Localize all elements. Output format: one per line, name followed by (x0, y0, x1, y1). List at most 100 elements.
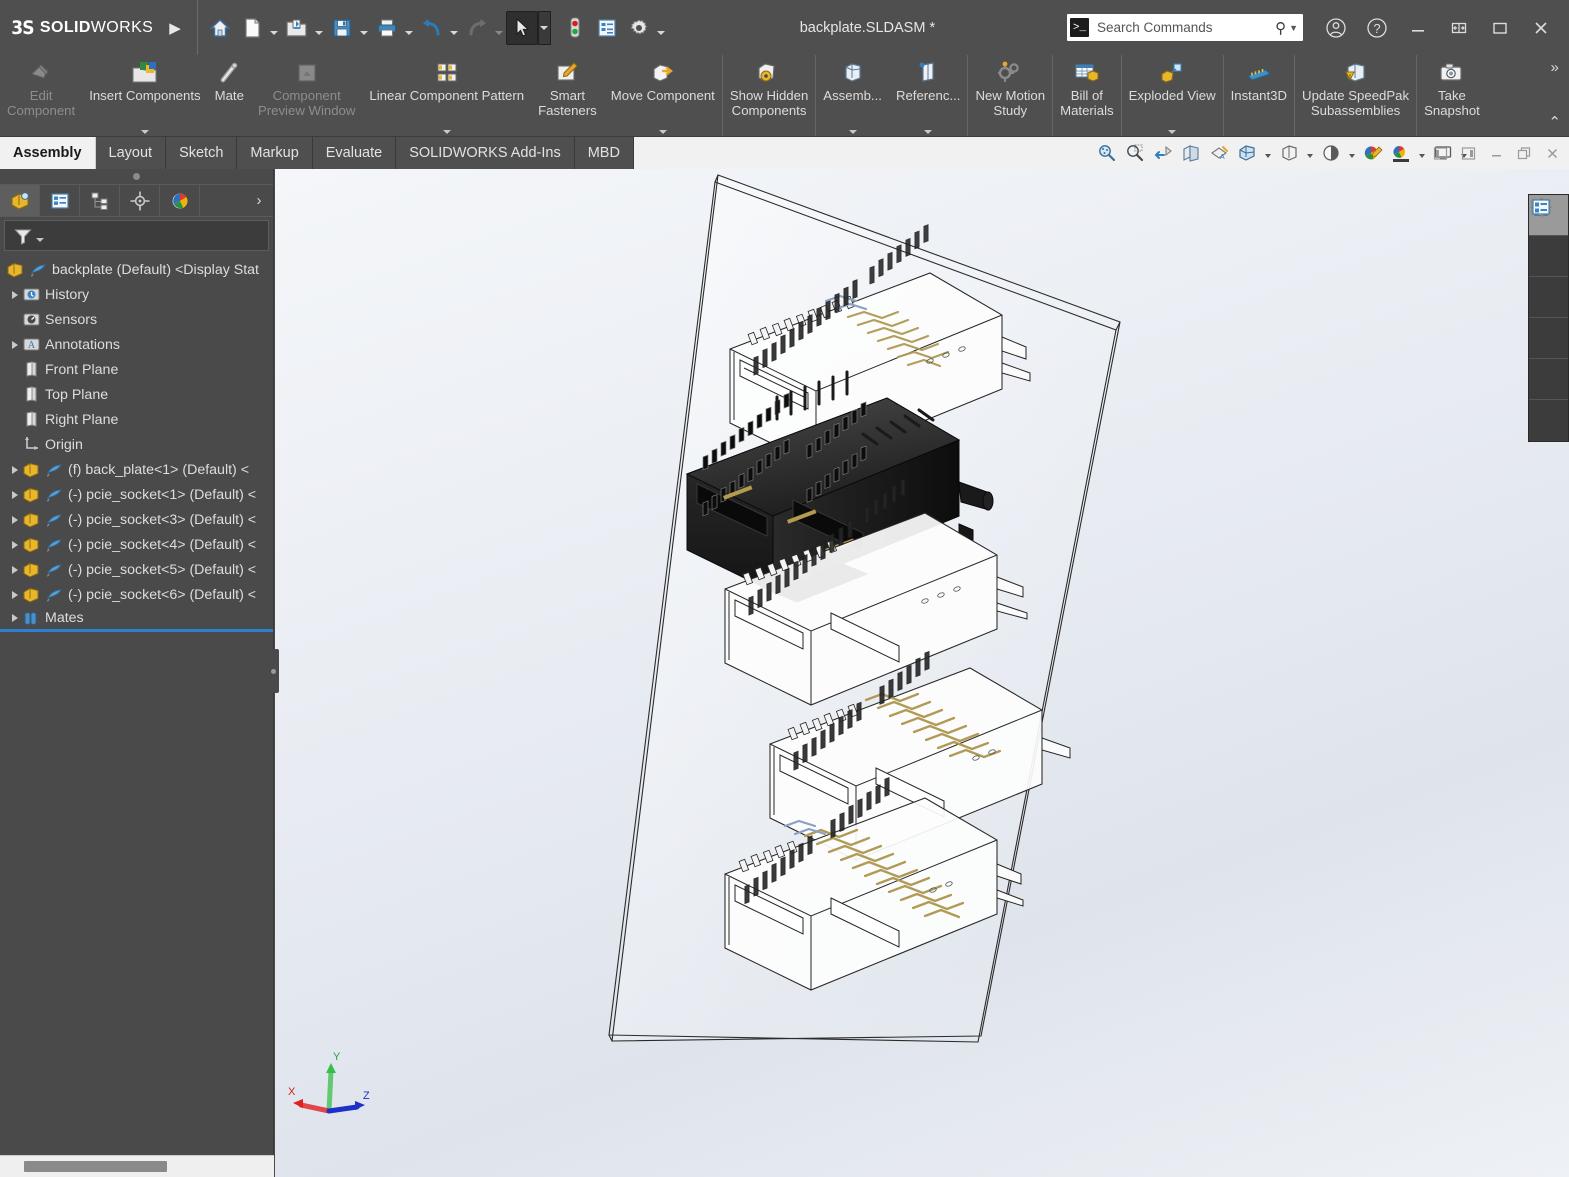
tree-item-front-plane[interactable]: Front Plane (0, 357, 273, 382)
panel-width-drag-handle[interactable] (267, 649, 279, 693)
tab-evaluate[interactable]: Evaluate (313, 137, 396, 169)
zoom-to-area-icon[interactable] (1122, 139, 1148, 167)
dock-left-icon[interactable] (1429, 142, 1451, 164)
minimize-icon[interactable] (1397, 8, 1438, 48)
close-icon[interactable] (1520, 8, 1561, 48)
new-document-dropdown-arrow-icon[interactable] (268, 11, 281, 45)
ribbon-component-preview-window[interactable]: Component Preview Window (251, 55, 362, 136)
scene-sphere-icon[interactable] (1529, 359, 1568, 400)
tree-item-right-plane[interactable]: Right Plane (0, 407, 273, 432)
expand-arrow-icon[interactable] (8, 341, 22, 349)
save-dropdown-arrow-icon[interactable] (358, 11, 371, 45)
select-arrow-icon[interactable] (506, 11, 538, 45)
appearances-panel-icon[interactable] (1529, 318, 1568, 359)
ribbon-assembly-features-dropdown-arrow-icon[interactable] (849, 130, 857, 134)
ribbon-expand-icon[interactable]: » (1551, 61, 1559, 75)
expand-arrow-icon[interactable] (8, 614, 22, 622)
tree-item-sensors[interactable]: Sensors (0, 307, 273, 332)
display-manager-tab[interactable] (160, 185, 200, 216)
dock-right-icon[interactable] (1457, 142, 1479, 164)
user-account-icon[interactable] (1315, 8, 1356, 48)
panel-splitter-handle[interactable] (0, 169, 273, 185)
ribbon-move-component-dropdown-arrow-icon[interactable] (659, 130, 667, 134)
tab-markup[interactable]: Markup (237, 137, 312, 169)
display-style-dropdown-arrow-icon[interactable] (1262, 139, 1274, 167)
edit-appearance-dropdown-arrow-icon[interactable] (1346, 139, 1358, 167)
apply-scene-icon[interactable] (1360, 139, 1386, 167)
ribbon-edit-component[interactable]: Edit Component (0, 55, 82, 136)
tree-item-annotations[interactable]: A Annotations (0, 332, 273, 357)
expand-arrow-icon[interactable] (8, 566, 22, 574)
ribbon-new-motion-study[interactable]: New Motion Study (968, 55, 1052, 136)
restore-icon[interactable] (1438, 8, 1479, 48)
ribbon-bill-of-materials[interactable]: Bill of Materials (1053, 55, 1121, 136)
configuration-manager-tab[interactable] (80, 185, 120, 216)
ribbon-move-component[interactable]: Move Component (604, 55, 722, 136)
close-doc-icon[interactable] (1541, 142, 1563, 164)
dimxpert-manager-tab[interactable] (120, 185, 160, 216)
zoom-to-fit-icon[interactable] (1094, 139, 1120, 167)
solidworks-logo[interactable]: 3S SOLIDWORKS ▶ (0, 0, 198, 55)
ribbon-smart-fasteners[interactable]: Smart Fasteners (531, 55, 604, 136)
open-document-dropdown-arrow-icon[interactable] (313, 11, 326, 45)
print-dropdown-arrow-icon[interactable] (403, 11, 416, 45)
tree-item-top-plane[interactable]: Top Plane (0, 382, 273, 407)
search-commands-box[interactable]: >_ Search Commands ⚲ ▼ (1067, 14, 1303, 41)
rebuild-traffic-light-icon[interactable] (559, 11, 591, 45)
redo-icon[interactable] (461, 11, 493, 45)
tree-root-backplate[interactable]: backplate (Default) <Display Stat (0, 257, 273, 282)
tree-item-pcie-socket-3[interactable]: (-) pcie_socket<3> (Default) < (0, 507, 273, 532)
tab-assembly[interactable]: Assembly (0, 137, 96, 169)
help-icon[interactable]: ? (1356, 8, 1397, 48)
display-style-cube-icon[interactable] (1529, 236, 1568, 277)
minimize-doc-icon[interactable] (1485, 142, 1507, 164)
save-icon[interactable] (326, 11, 358, 45)
ribbon-insert-components-dropdown-arrow-icon[interactable] (141, 130, 149, 134)
feature-tree-filter-input[interactable] (4, 220, 269, 251)
options-gear-icon[interactable] (623, 11, 655, 45)
print-icon[interactable] (371, 11, 403, 45)
tree-item-pcie-socket-1[interactable]: (-) pcie_socket<1> (Default) < (0, 482, 273, 507)
menu-expand-arrow-icon[interactable]: ▶ (169, 19, 181, 37)
previous-view-icon[interactable] (1150, 139, 1176, 167)
expand-arrow-icon[interactable] (8, 516, 22, 524)
restore-doc-icon[interactable] (1513, 142, 1535, 164)
open-document-icon[interactable] (281, 11, 313, 45)
tree-item-pcie-socket-6[interactable]: (-) pcie_socket<6> (Default) < (0, 582, 273, 607)
maximize-icon[interactable] (1479, 8, 1520, 48)
tab-mbd[interactable]: MBD (575, 137, 634, 169)
search-input[interactable]: Search Commands (1089, 20, 1275, 35)
search-dropdown-arrow-icon[interactable]: ▼ (1289, 23, 1300, 33)
ribbon-update-speedpak[interactable]: ! Update SpeedPak Subassemblies (1295, 55, 1416, 136)
search-icon[interactable]: ⚲ (1275, 19, 1289, 37)
property-manager-tab[interactable] (40, 185, 80, 216)
undo-icon[interactable] (416, 11, 448, 45)
ribbon-show-hidden-components[interactable]: Show Hidden Components (723, 55, 815, 136)
tab-layout[interactable]: Layout (96, 137, 167, 169)
scrollbar-thumb[interactable] (24, 1161, 167, 1172)
hide-show-items-icon[interactable] (1276, 139, 1302, 167)
edit-appearance-icon[interactable] (1318, 139, 1344, 167)
tree-item-history[interactable]: History (0, 282, 273, 307)
redo-dropdown-arrow-icon[interactable] (493, 11, 506, 45)
expand-arrow-icon[interactable] (8, 591, 22, 599)
view-settings-icon[interactable] (1388, 139, 1414, 167)
home-icon[interactable] (204, 11, 236, 45)
tree-item-mates[interactable]: Mates (0, 607, 273, 632)
expand-arrow-icon[interactable] (8, 466, 22, 474)
select-dropdown-arrow-icon[interactable] (538, 11, 551, 45)
tree-item-pcie-socket-4[interactable]: (-) pcie_socket<4> (Default) < (0, 532, 273, 557)
ribbon-collapse-icon[interactable]: ⌃ (1548, 116, 1561, 130)
options-dropdown-arrow-icon[interactable] (655, 11, 668, 45)
ribbon-mate[interactable]: Mate (208, 55, 251, 136)
ribbon-reference-geometry-dropdown-arrow-icon[interactable] (924, 130, 932, 134)
ribbon-instant3d[interactable]: Instant3D (1224, 55, 1294, 136)
feature-manager-design-tree-tab[interactable] (0, 185, 40, 216)
tree-item-pcie-socket-5[interactable]: (-) pcie_socket<5> (Default) < (0, 557, 273, 582)
ribbon-linear-component-pattern[interactable]: Linear Component Pattern (362, 55, 531, 136)
expand-arrow-icon[interactable] (8, 541, 22, 549)
ribbon-reference-geometry[interactable]: Referenc... (889, 55, 968, 136)
expand-arrow-icon[interactable] (8, 491, 22, 499)
new-document-icon[interactable] (236, 11, 268, 45)
ribbon-take-snapshot[interactable]: Take Snapshot (1417, 55, 1487, 136)
